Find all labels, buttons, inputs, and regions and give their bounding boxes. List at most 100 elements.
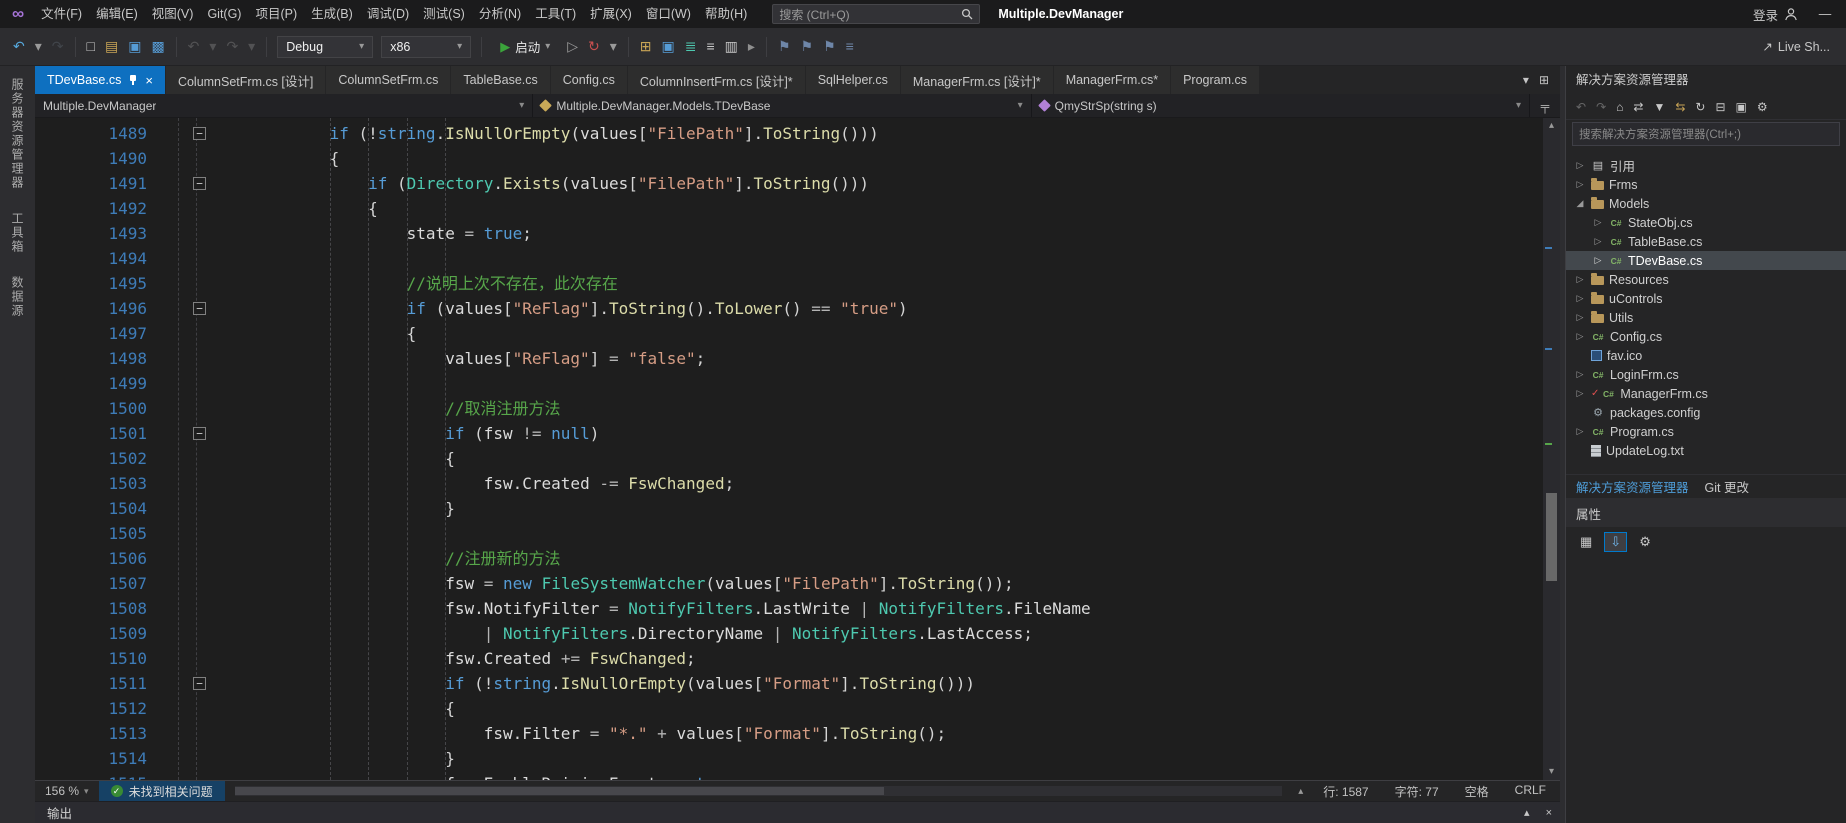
- split-window-icon[interactable]: ╤: [1530, 99, 1560, 113]
- expander-icon[interactable]: ▷: [1574, 312, 1586, 323]
- panel-tab[interactable]: 解决方案资源管理器: [1576, 477, 1689, 496]
- nav-forward-icon[interactable]: ↷: [47, 38, 69, 55]
- code-line[interactable]: 1515 fsw.EnableRaisingEvents = true;: [35, 771, 1543, 780]
- fold-collapse-button[interactable]: −: [193, 427, 206, 440]
- tool-window-tab[interactable]: 工具箱: [9, 212, 26, 254]
- code-line[interactable]: 1502 {: [35, 446, 1543, 471]
- expander-icon[interactable]: ▷: [1574, 426, 1586, 437]
- document-tab[interactable]: ManagerFrm.cs*: [1054, 66, 1171, 94]
- se-home-icon[interactable]: ⌂: [1612, 100, 1627, 114]
- code-line[interactable]: 1510 fsw.Created += FswChanged;: [35, 646, 1543, 671]
- code-line[interactable]: 1503 fsw.Created -= FswChanged;: [35, 471, 1543, 496]
- code-line[interactable]: 1498 values["ReFlag"] = "false";: [35, 346, 1543, 371]
- tree-item[interactable]: ▷Utils: [1566, 308, 1846, 327]
- next-bookmark-icon[interactable]: ⚑: [818, 38, 841, 55]
- expander-icon[interactable]: ▷: [1592, 236, 1604, 247]
- tree-item[interactable]: ▷C#Program.cs: [1566, 422, 1846, 441]
- output-panel-bar[interactable]: 输出 ▴ ×: [35, 801, 1560, 823]
- tree-item[interactable]: ▷C#Config.cs: [1566, 327, 1846, 346]
- menu-item[interactable]: 工具(T): [528, 0, 583, 28]
- solution-explorer-search-input[interactable]: 搜索解决方案资源管理器(Ctrl+;): [1572, 122, 1840, 146]
- tool-window-tab[interactable]: 服务器资源管理器: [9, 78, 26, 190]
- save-icon[interactable]: ▣: [123, 38, 146, 55]
- fold-collapse-button[interactable]: −: [193, 302, 206, 315]
- code-line[interactable]: 1490 {: [35, 146, 1543, 171]
- se-properties-icon[interactable]: ⚙: [1753, 100, 1772, 114]
- expander-icon[interactable]: ▷: [1574, 293, 1586, 304]
- tree-item[interactable]: ▷C#TDevBase.cs: [1566, 251, 1846, 270]
- breadcrumb-section[interactable]: Multiple.DevManager.Models.TDevBase▾: [533, 94, 1031, 117]
- expander-icon[interactable]: ◢: [1574, 198, 1586, 209]
- tree-item[interactable]: UpdateLog.txt: [1566, 441, 1846, 460]
- parameter-info-icon[interactable]: ≡: [702, 38, 720, 54]
- props-property-pages-icon[interactable]: ⚙: [1633, 532, 1657, 552]
- live-share-button[interactable]: ↗ Live Sh...: [1762, 39, 1838, 54]
- expander-icon[interactable]: ▷: [1592, 217, 1604, 228]
- minimize-button[interactable]: —: [1808, 0, 1842, 28]
- solution-configurations-combo[interactable]: Debug▾: [277, 36, 373, 58]
- code-line[interactable]: 1512 {: [35, 696, 1543, 721]
- tree-item[interactable]: ▷Frms: [1566, 175, 1846, 194]
- code-line[interactable]: 1494: [35, 246, 1543, 271]
- menu-item[interactable]: 视图(V): [145, 0, 201, 28]
- solution-explorer-title[interactable]: 解决方案资源管理器: [1566, 66, 1846, 94]
- scrollbar-track[interactable]: [1543, 134, 1560, 764]
- code-line[interactable]: 1506 //注册新的方法: [35, 546, 1543, 571]
- code-line[interactable]: 1511− if (!string.IsNullOrEmpty(values["…: [35, 671, 1543, 696]
- menu-item[interactable]: 测试(S): [416, 0, 472, 28]
- active-files-dropdown-icon[interactable]: ▾: [1520, 73, 1532, 87]
- expander-icon[interactable]: ▷: [1574, 388, 1586, 399]
- code-line[interactable]: 1500 //取消注册方法: [35, 396, 1543, 421]
- se-sync-active-document-icon[interactable]: ⇆: [1671, 100, 1689, 114]
- code-line[interactable]: 1501− if (fsw != null): [35, 421, 1543, 446]
- bookmark-window-icon[interactable]: ≡: [841, 38, 859, 54]
- document-tab[interactable]: ColumnInsertFrm.cs [设计]*: [628, 66, 806, 94]
- expander-icon[interactable]: ▷: [1574, 274, 1586, 285]
- document-tab[interactable]: ColumnSetFrm.cs [设计]: [166, 66, 326, 94]
- undo-icon[interactable]: ↶: [183, 38, 205, 55]
- code-line[interactable]: 1497 {: [35, 321, 1543, 346]
- nav-back-icon[interactable]: ↶: [8, 38, 30, 55]
- tree-item[interactable]: ▷Resources: [1566, 270, 1846, 289]
- open-file-icon[interactable]: ▤: [100, 38, 123, 55]
- pin-icon[interactable]: [128, 74, 138, 86]
- tree-item[interactable]: ▷uControls: [1566, 289, 1846, 308]
- vertical-scrollbar[interactable]: ▴ ▾: [1543, 118, 1560, 780]
- se-pending-changes-filter-icon[interactable]: ▼: [1649, 100, 1669, 114]
- close-icon[interactable]: ×: [1538, 807, 1560, 819]
- menu-item[interactable]: 项目(P): [248, 0, 304, 28]
- close-icon[interactable]: ×: [145, 74, 153, 87]
- toggle-bookmark-icon[interactable]: ⚑: [773, 38, 796, 55]
- scrollbar-thumb[interactable]: [235, 787, 885, 795]
- menu-item[interactable]: Git(G): [200, 0, 248, 28]
- code-line[interactable]: 1496− if (values["ReFlag"].ToString().To…: [35, 296, 1543, 321]
- se-back-icon[interactable]: ↶: [1572, 100, 1590, 114]
- code-line[interactable]: 1493 state = true;: [35, 221, 1543, 246]
- prev-bookmark-icon[interactable]: ⚑: [796, 38, 819, 55]
- document-tab[interactable]: TDevBase.cs×: [35, 66, 166, 94]
- menu-item[interactable]: 生成(B): [304, 0, 360, 28]
- tree-item[interactable]: ▷✓C#ManagerFrm.cs: [1566, 384, 1846, 403]
- document-tab[interactable]: ColumnSetFrm.cs: [326, 66, 451, 94]
- tree-item[interactable]: fav.ico: [1566, 346, 1846, 365]
- breadcrumb-section[interactable]: QmyStrSp(string s)▾: [1032, 94, 1530, 117]
- se-show-all-files-icon[interactable]: ▣: [1732, 100, 1751, 114]
- se-switch-views-icon[interactable]: ⇄: [1629, 100, 1647, 114]
- navigate-indicator-icon[interactable]: ▸: [743, 38, 760, 55]
- spaces-indicator[interactable]: 空格: [1465, 783, 1489, 800]
- list-members-icon[interactable]: ≣: [680, 38, 702, 55]
- line-indicator[interactable]: 行: 1587: [1323, 783, 1368, 800]
- code-editor[interactable]: 1489− if (!string.IsNullOrEmpty(values["…: [35, 118, 1543, 780]
- start-debugging-button[interactable]: ▶ 启动 ▾: [492, 37, 558, 56]
- column-indicator[interactable]: 字符: 77: [1395, 783, 1439, 800]
- code-line[interactable]: 1495 //说明上次不存在，此次存在: [35, 271, 1543, 296]
- props-categorized-icon[interactable]: ▦: [1574, 532, 1598, 552]
- code-line[interactable]: 1514 }: [35, 746, 1543, 771]
- se-forward-icon[interactable]: ↷: [1592, 100, 1610, 114]
- code-line[interactable]: 1504 }: [35, 496, 1543, 521]
- document-health-indicator[interactable]: ✓ 未找到相关问题: [99, 781, 225, 801]
- expander-icon[interactable]: ▷: [1574, 331, 1586, 342]
- solution-platforms-combo[interactable]: x86▾: [381, 36, 471, 58]
- breadcrumb-section[interactable]: Multiple.DevManager▾: [35, 94, 533, 117]
- se-refresh-icon[interactable]: ↻: [1691, 100, 1709, 114]
